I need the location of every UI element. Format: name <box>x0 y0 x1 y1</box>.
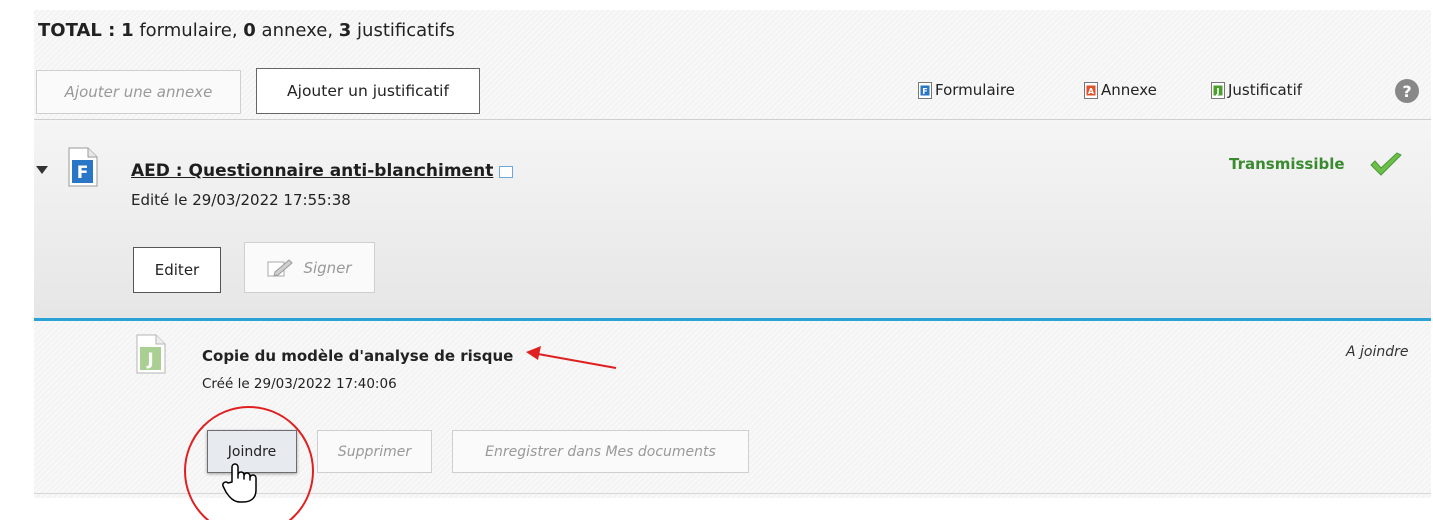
hand-cursor-icon <box>222 463 257 503</box>
annotation-arrow-line <box>537 353 617 369</box>
annotation-overlay <box>184 346 617 520</box>
annotation-circle <box>184 406 314 520</box>
annotation-arrow-head <box>526 346 541 360</box>
